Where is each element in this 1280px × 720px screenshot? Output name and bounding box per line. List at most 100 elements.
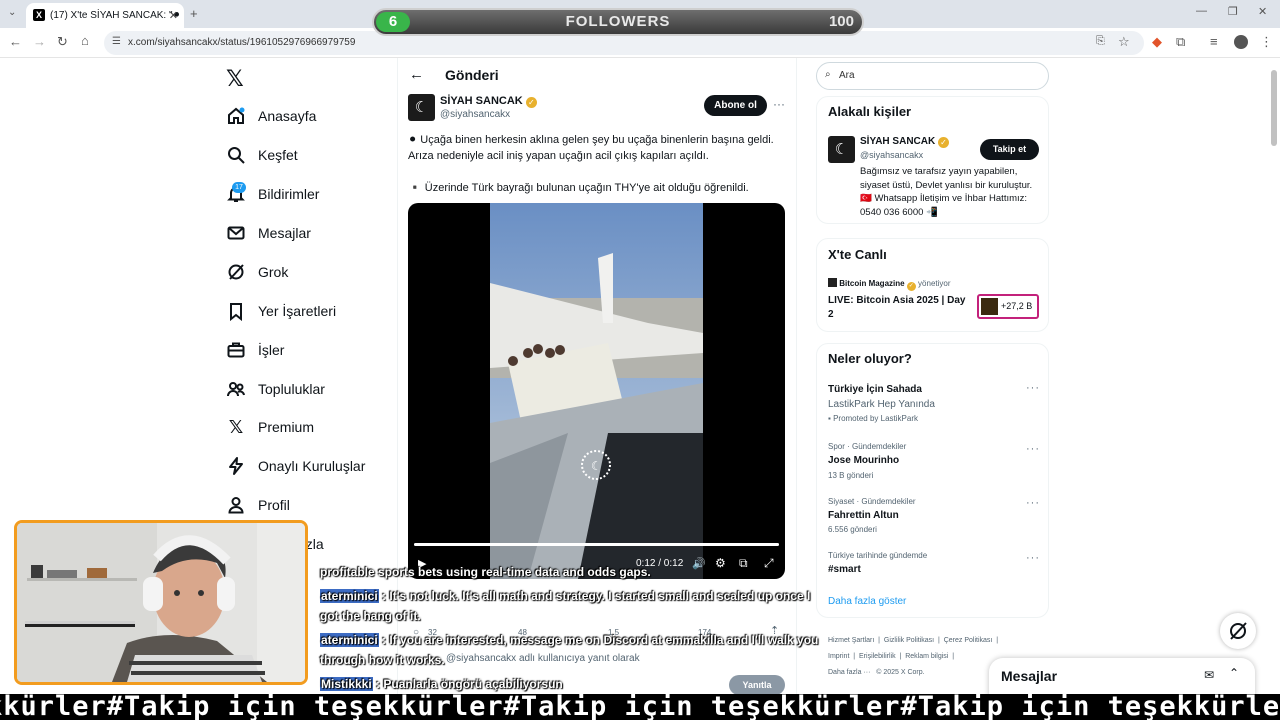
nav-item-messages[interactable]: Mesajlar bbox=[226, 218, 311, 248]
expand-drawer-icon[interactable]: ⌃ bbox=[1229, 666, 1239, 680]
chat-text: through how it works. bbox=[320, 653, 445, 667]
trend-name[interactable]: Fahrettin Altun bbox=[828, 510, 899, 521]
notifications-badge: 17 bbox=[232, 182, 246, 193]
nav-item-premium[interactable]: 𝕏 Premium bbox=[226, 412, 314, 442]
search-field-icon: ⌕ bbox=[825, 69, 831, 80]
video-player[interactable]: ☾ ▶ 0:12 / 0:12 🔊 ⚙ ⧉ ⤢ bbox=[408, 203, 785, 579]
relevant-name-row[interactable]: SİYAH SANCAK ✓ bbox=[860, 136, 949, 148]
chat-line: through how it works. bbox=[320, 653, 445, 667]
nav-item-bookmarks[interactable]: Yer İşaretleri bbox=[226, 296, 336, 326]
fullscreen-icon[interactable]: ⤢ bbox=[764, 556, 774, 571]
tab-close-icon[interactable]: ✕ bbox=[169, 9, 178, 22]
nav-item-grok[interactable]: Grok bbox=[226, 257, 288, 287]
person-icon bbox=[228, 497, 244, 514]
volume-icon[interactable]: 🔊 bbox=[692, 557, 706, 570]
trend-meta: Türkiye tarihinde gündemde bbox=[828, 551, 928, 560]
webcam-feed bbox=[17, 523, 305, 682]
trend-more-icon[interactable]: ··· bbox=[1026, 552, 1040, 564]
forward-icon[interactable]: → bbox=[33, 34, 46, 49]
profile-avatar[interactable] bbox=[1234, 35, 1248, 49]
nav-item-verified-orgs[interactable]: Onaylı Kuruluşlar bbox=[226, 451, 365, 481]
tab-search-icon[interactable]: ⌄ bbox=[8, 7, 16, 18]
messages-drawer[interactable]: Mesajlar ✉ ⌃ bbox=[989, 658, 1255, 698]
trend-name[interactable]: #smart bbox=[828, 564, 861, 575]
relevant-avatar[interactable]: ☾ bbox=[828, 136, 855, 163]
author-handle[interactable]: @siyahsancakx bbox=[440, 109, 510, 120]
post-more-icon[interactable]: ··· bbox=[773, 97, 785, 111]
bookmark-star-icon[interactable]: ☆ bbox=[1118, 34, 1130, 50]
footer-link[interactable]: Reklam bilgisi bbox=[905, 653, 948, 660]
footer-link[interactable]: Hizmet Şartları bbox=[828, 637, 874, 644]
chat-line: aterminici : If you are interested, mess… bbox=[320, 633, 818, 647]
reply-button[interactable]: Yanıtla bbox=[729, 675, 785, 695]
live-listeners-badge[interactable]: +27,2 B bbox=[977, 294, 1039, 319]
show-more-link[interactable]: Daha fazla göster bbox=[828, 596, 906, 607]
x-favicon-icon: X bbox=[33, 9, 45, 21]
grok-floating-button[interactable] bbox=[1220, 613, 1256, 649]
trend-more-icon[interactable]: ··· bbox=[1026, 497, 1040, 509]
extension-fox-icon[interactable]: ◆ bbox=[1152, 34, 1162, 50]
live-event[interactable]: LIVE: Bitcoin Asia 2025 | Day 2 bbox=[828, 294, 970, 322]
back-arrow-icon[interactable]: ← bbox=[409, 66, 424, 83]
page-scrollbar[interactable] bbox=[1271, 70, 1277, 146]
nav-label: Grok bbox=[258, 264, 289, 280]
footer-link[interactable]: Gizlilik Politikası bbox=[884, 637, 934, 644]
settings-gear-icon[interactable]: ⚙ bbox=[715, 556, 726, 570]
author-avatar[interactable]: ☾ bbox=[408, 94, 435, 121]
trend-promoted: ▪ Promoted by LastikPark bbox=[828, 414, 918, 423]
nav-item-communities[interactable]: Topluluklar bbox=[226, 374, 325, 404]
trend-more-icon[interactable]: ··· bbox=[1026, 382, 1040, 394]
footer-link[interactable]: Imprint bbox=[828, 653, 849, 660]
browser-tab[interactable]: X (17) X'te SİYAH SANCAK: "⚫ U ✕ bbox=[26, 3, 184, 28]
chat-text: : It's not luck. It's all math and strat… bbox=[382, 589, 811, 603]
x-logo-icon[interactable]: 𝕏 bbox=[226, 66, 244, 92]
video-progress-track[interactable] bbox=[414, 543, 779, 546]
chat-line: got the hang of it. bbox=[320, 609, 421, 623]
browser-menu-icon[interactable]: ⋮ bbox=[1260, 34, 1273, 50]
footer-link[interactable]: Çerez Politikası bbox=[944, 637, 993, 644]
mail-icon bbox=[227, 226, 245, 240]
follow-button[interactable]: Takip et bbox=[980, 139, 1039, 160]
chat-text: profitable sports bets using real-time d… bbox=[320, 565, 651, 579]
scrolling-ticker: kkürler#Takip için teşekkürler#Takip içi… bbox=[0, 694, 1280, 720]
reload-icon[interactable]: ↻ bbox=[57, 34, 68, 50]
minimize-icon[interactable]: — bbox=[1196, 5, 1207, 17]
live-host-row[interactable]: Bitcoin Magazine ✓ yönetiyor bbox=[828, 278, 951, 291]
url-text: x.com/siyahsancakx/status/19610529769669… bbox=[128, 37, 356, 48]
install-icon[interactable]: ⎘ bbox=[1096, 35, 1105, 48]
home-button-icon[interactable]: ⌂ bbox=[81, 33, 89, 48]
nav-label: Profil bbox=[258, 497, 290, 513]
author-name-row[interactable]: SİYAH SANCAK ✓ bbox=[440, 95, 537, 108]
nav-item-explore[interactable]: Keşfet bbox=[226, 140, 298, 170]
chat-username: Mistikkki bbox=[320, 677, 373, 691]
search-input[interactable]: ⌕ Ara bbox=[816, 62, 1049, 90]
nav-item-jobs[interactable]: İşler bbox=[226, 335, 284, 365]
trend-name[interactable]: Türkiye İçin Sahada bbox=[828, 384, 922, 395]
back-icon[interactable]: ← bbox=[9, 34, 22, 49]
trend-name[interactable]: Jose Mourinho bbox=[828, 455, 899, 466]
tab-title: (17) X'te SİYAH SANCAK: "⚫ U bbox=[50, 10, 184, 21]
nav-item-home[interactable]: Anasayfa bbox=[226, 101, 316, 131]
nav-label: Mesajlar bbox=[258, 225, 311, 241]
followers-goal: 100 bbox=[828, 13, 854, 30]
footer-link[interactable]: Daha fazla ··· bbox=[828, 669, 870, 676]
video-progress-fill bbox=[414, 543, 779, 546]
window-close-icon[interactable]: ✕ bbox=[1258, 5, 1267, 18]
live-host-suffix: yönetiyor bbox=[918, 279, 951, 288]
new-message-icon[interactable]: ✉ bbox=[1204, 668, 1214, 682]
reading-list-icon[interactable]: ≡ bbox=[1210, 34, 1218, 49]
trend-more-icon[interactable]: ··· bbox=[1026, 443, 1040, 455]
nav-label: Yer İşaretleri bbox=[258, 303, 337, 319]
nav-item-profile[interactable]: Profil bbox=[226, 490, 290, 520]
restore-icon[interactable]: ❐ bbox=[1228, 5, 1238, 18]
bookmark-icon bbox=[230, 303, 242, 321]
listener-avatar bbox=[981, 298, 998, 315]
relevant-handle[interactable]: @siyahsancakx bbox=[860, 150, 923, 160]
subscribe-button[interactable]: Abone ol bbox=[704, 95, 767, 116]
extensions-icon[interactable]: ⧉ bbox=[1176, 34, 1185, 50]
footer-link[interactable]: Erişilebilirlik bbox=[859, 653, 896, 660]
new-tab-icon[interactable]: + bbox=[190, 6, 198, 21]
pip-icon[interactable]: ⧉ bbox=[739, 556, 748, 571]
site-info-icon[interactable]: ☰ bbox=[112, 36, 121, 47]
post-text-line1: ⚫ Uçağa binen herkesin aklına gelen şey … bbox=[408, 134, 774, 162]
